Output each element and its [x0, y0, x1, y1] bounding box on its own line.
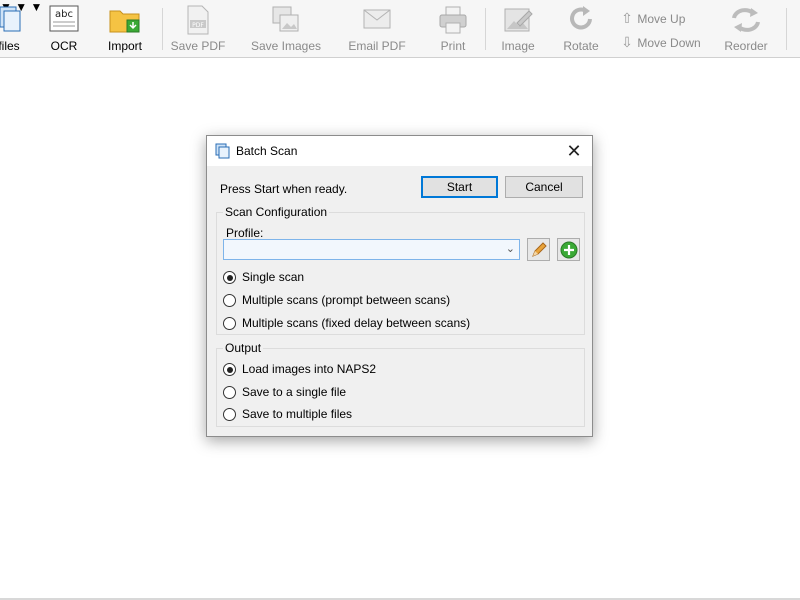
- svg-text:PDF: PDF: [192, 22, 204, 29]
- batch-scan-icon: [215, 143, 231, 162]
- rotate-icon: [566, 5, 596, 38]
- batch-scan-dialog: Batch Scan ✕ Press Start when ready. Sta…: [206, 135, 593, 437]
- chevron-down-icon: ⌄: [505, 243, 515, 255]
- status-text: Press Start when ready.: [220, 182, 348, 196]
- toolbar-label: Email PDF: [348, 39, 406, 53]
- scan-configuration-legend: Scan Configuration: [223, 205, 330, 219]
- toolbar-import-button[interactable]: Import: [100, 0, 150, 57]
- radio-label: Multiple scans (fixed delay between scan…: [242, 316, 471, 330]
- start-button[interactable]: Start: [421, 176, 498, 198]
- files-icon: [0, 5, 22, 36]
- toolbar-label: Rotate: [563, 39, 599, 53]
- toolbar-reorder-button[interactable]: Reorder: [720, 0, 772, 57]
- ocr-icon-text: abc: [55, 9, 73, 20]
- toolbar-save-pdf-button[interactable]: PDF Save PDF: [168, 0, 228, 57]
- toolbar-label: Print: [440, 39, 466, 53]
- toolbar-separator: [485, 8, 486, 50]
- radio-indicator: [223, 294, 236, 307]
- email-pdf-dropdown-arrow-icon[interactable]: ▼: [30, 0, 42, 14]
- radio-label: Save to a single file: [242, 385, 347, 399]
- profile-label: Profile:: [226, 226, 264, 240]
- ocr-icon: abc: [49, 5, 79, 36]
- toolbar-files-button[interactable]: files: [0, 0, 30, 57]
- toolbar-label: OCR: [50, 39, 78, 53]
- dialog-title: Batch Scan: [236, 144, 298, 158]
- radio-indicator: [223, 271, 236, 284]
- scan-configuration-group: Scan Configuration Profile: ⌄ Single sca…: [216, 205, 585, 335]
- arrow-up-icon: ⇧: [621, 10, 633, 26]
- toolbar-label: Save Images: [250, 39, 322, 53]
- pdf-icon: PDF: [185, 5, 211, 38]
- toolbar-rotate-button[interactable]: Rotate: [558, 0, 604, 57]
- toolbar-label: Move Up: [637, 12, 686, 26]
- radio-indicator: [223, 408, 236, 421]
- radio-label: Save to multiple files: [242, 407, 353, 421]
- toolbar: files abc OCR Import PDF Save PDF Save I…: [0, 0, 800, 58]
- toolbar-image-button[interactable]: Image: [496, 0, 540, 57]
- cancel-button[interactable]: Cancel: [505, 176, 583, 198]
- radio-indicator: [223, 386, 236, 399]
- printer-icon: [438, 5, 468, 38]
- toolbar-label: Image: [501, 39, 535, 53]
- email-icon: [362, 5, 392, 36]
- toolbar-print-button[interactable]: Print: [432, 0, 474, 57]
- image-edit-icon: [503, 5, 533, 38]
- toolbar-label: Move Down: [637, 36, 701, 50]
- edit-profile-button[interactable]: [527, 238, 550, 261]
- toolbar-email-pdf-button[interactable]: Email PDF: [346, 0, 408, 57]
- toolbar-ocr-button[interactable]: abc OCR: [42, 0, 86, 57]
- toolbar-label: Import: [107, 39, 142, 53]
- pencil-icon: [532, 242, 547, 257]
- toolbar-save-images-button[interactable]: Save Images: [248, 0, 324, 57]
- output-legend: Output: [223, 341, 264, 355]
- plus-circle-icon: [560, 241, 578, 259]
- toolbar-separator: [786, 8, 787, 50]
- radio-indicator: [223, 363, 236, 376]
- radio-label: Load images into NAPS2: [242, 362, 377, 376]
- radio-indicator: [223, 317, 236, 330]
- arrow-down-icon: ⇩: [621, 34, 633, 50]
- add-profile-button[interactable]: [557, 238, 580, 261]
- images-icon: [271, 5, 301, 38]
- toolbar-label: Save PDF: [170, 39, 226, 53]
- dialog-titlebar[interactable]: Batch Scan ✕: [207, 136, 592, 166]
- toolbar-label: files: [0, 39, 20, 53]
- profile-select[interactable]: ⌄: [223, 239, 520, 260]
- import-folder-icon: [109, 5, 141, 38]
- toolbar-separator: [162, 8, 163, 50]
- reorder-icon: [730, 5, 762, 38]
- close-icon[interactable]: ✕: [556, 136, 592, 166]
- toolbar-move-down-button[interactable]: ⇩ Move Down: [620, 34, 701, 52]
- toolbar-label: Reorder: [724, 39, 768, 53]
- output-group: Output Load images into NAPS2 Save to a …: [216, 341, 585, 427]
- toolbar-move-up-button[interactable]: ⇧ Move Up: [620, 10, 685, 28]
- radio-label: Multiple scans (prompt between scans): [242, 293, 451, 307]
- radio-label: Single scan: [242, 270, 305, 284]
